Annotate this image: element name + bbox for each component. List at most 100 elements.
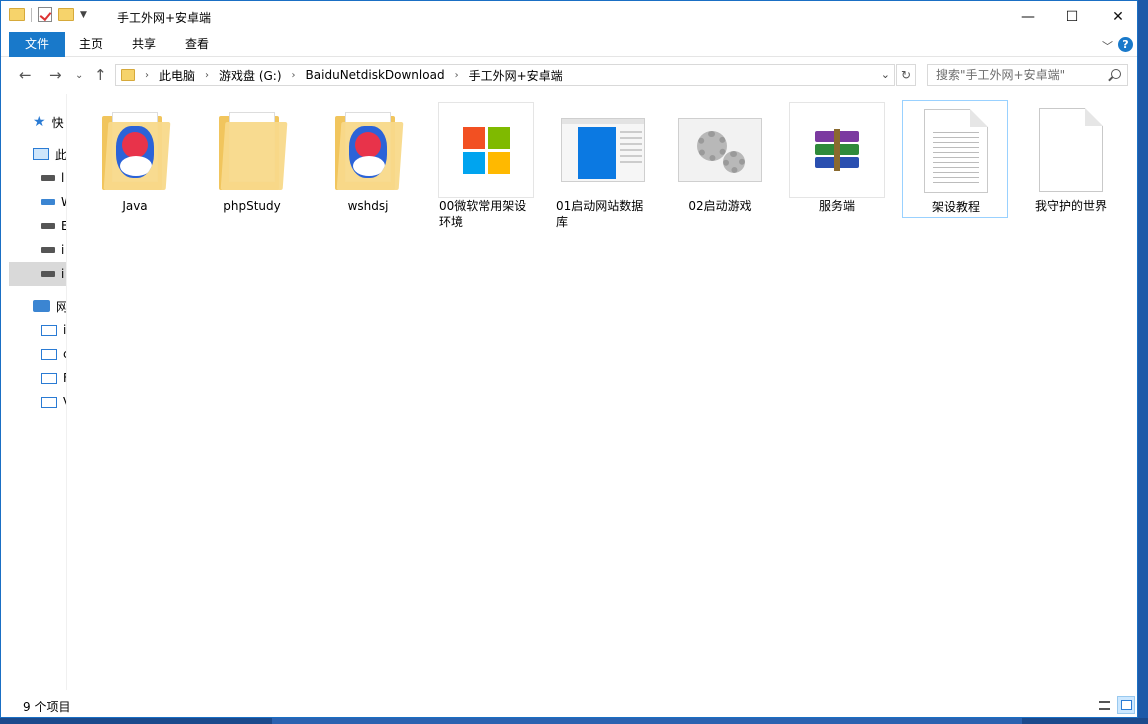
recent-locations-chevron-icon[interactable]: ⌄ (75, 70, 83, 81)
nav-quick-access[interactable]: ★ 快 (9, 110, 66, 134)
tab-share[interactable]: 共享 (122, 32, 166, 57)
details-view-icon (1099, 701, 1110, 710)
nav-this-pc[interactable]: 此 (9, 142, 66, 166)
address-history-chevron-icon[interactable]: ⌄ (881, 68, 890, 81)
file-item-ms-env[interactable]: 00微软常用架设环境 (433, 100, 539, 229)
nav-drive[interactable]: E (9, 214, 66, 238)
search-icon[interactable] (1111, 69, 1121, 79)
file-name: wshdsj (347, 199, 389, 213)
breadcrumb-game-drive[interactable]: 游戏盘 (G:) (219, 67, 282, 84)
file-item-phpstudy[interactable]: phpStudy (199, 100, 305, 218)
ribbon-tabs: 文件 主页 共享 查看 ﹀ ? (1, 32, 1137, 57)
close-button[interactable]: ✕ (1095, 1, 1137, 32)
file-name: 00微软常用架设环境 (439, 199, 527, 229)
new-folder-icon[interactable] (58, 8, 74, 21)
monitor-icon (41, 372, 57, 384)
file-item-java[interactable]: Java (82, 100, 188, 218)
file-item-start-db[interactable]: 01启动网站数据库 (550, 100, 656, 229)
address-bar[interactable]: › 此电脑 › 游戏盘 (G:) › BaiduNetdiskDownload … (115, 64, 895, 86)
monitor-icon (41, 348, 57, 360)
nav-network-computer[interactable]: c (9, 342, 66, 366)
breadcrumb-baidu-download[interactable]: BaiduNetdiskDownload (306, 68, 445, 82)
monitor-icon (41, 324, 57, 336)
breadcrumb-current-folder[interactable]: 手工外网+安卓端 (469, 67, 563, 84)
monitor-icon (41, 396, 57, 408)
network-icon (33, 300, 50, 312)
toolbar-separator (31, 7, 32, 22)
nav-network-computer[interactable]: V (9, 390, 66, 414)
up-arrow-icon[interactable]: ↑ (94, 66, 107, 84)
tab-home[interactable]: 主页 (69, 32, 113, 57)
explorer-window: ▼ 手工外网+安卓端 — ☐ ✕ 文件 主页 共享 查看 ﹀ ? ← → ⌄ ↑… (0, 0, 1138, 718)
maximize-button[interactable]: ☐ (1049, 1, 1095, 32)
taskbar-edge (0, 718, 1148, 724)
tab-view[interactable]: 查看 (175, 32, 219, 57)
file-item-tutorial[interactable]: 架设教程 (902, 100, 1008, 218)
nav-drive-selected[interactable]: i (9, 262, 66, 286)
nav-item-label: W (61, 195, 66, 209)
nav-item-label: c (63, 347, 66, 361)
navigation-pane: ★ 快 此 l W E i i 网 (1, 94, 67, 690)
nav-network-computer[interactable]: i (9, 318, 67, 342)
title-bar: ▼ 手工外网+安卓端 — ☐ ✕ (1, 1, 1137, 32)
file-item-world[interactable]: 我守护的世界 (1018, 100, 1124, 218)
search-box[interactable] (927, 64, 1128, 86)
forward-arrow-icon[interactable]: → (49, 66, 62, 84)
file-thumbnail (204, 102, 300, 198)
nav-item-label: 网 (56, 299, 67, 314)
file-name: 我守护的世界 (1034, 199, 1107, 213)
large-icons-view-button[interactable] (1117, 696, 1135, 714)
file-item-wshdsj[interactable]: wshdsj (315, 100, 421, 218)
winrar-icon (815, 129, 859, 171)
tab-file[interactable]: 文件 (9, 32, 65, 57)
app-folder-icon (102, 110, 171, 190)
file-thumbnail (320, 102, 416, 198)
file-item-start-game[interactable]: 02启动游戏 (667, 100, 773, 218)
properties-icon[interactable] (38, 7, 52, 22)
breadcrumb-chevron-icon[interactable]: › (205, 70, 209, 81)
nav-drive[interactable]: l (9, 166, 66, 190)
folder-icon[interactable] (9, 8, 25, 21)
drive-icon (41, 175, 55, 181)
nav-drive[interactable]: i (9, 238, 66, 262)
nav-network-computer[interactable]: F (9, 366, 66, 390)
breadcrumb-chevron-icon[interactable]: › (455, 70, 459, 81)
file-name: 02启动游戏 (688, 199, 752, 213)
file-thumbnail (789, 102, 885, 198)
breadcrumb-chevron-icon[interactable]: › (145, 70, 149, 81)
file-name: Java (122, 199, 148, 213)
large-icons-view-icon (1121, 700, 1132, 710)
folder-icon (219, 110, 288, 190)
item-count: 9 个项目 (23, 700, 71, 714)
drive-icon (41, 247, 55, 253)
star-icon: ★ (33, 114, 46, 130)
text-document-icon (924, 109, 988, 193)
customize-toolbar-dropdown-icon[interactable]: ▼ (80, 10, 87, 20)
breadcrumb-chevron-icon[interactable]: › (292, 70, 296, 81)
file-thumbnail (672, 102, 768, 198)
app-folder-icon (335, 110, 404, 190)
back-arrow-icon[interactable]: ← (19, 66, 32, 84)
nav-drive[interactable]: W (9, 190, 66, 214)
nav-network[interactable]: 网 (9, 294, 67, 318)
blank-document-icon (1039, 108, 1103, 192)
expand-ribbon-chevron-icon[interactable]: ﹀ (1102, 38, 1113, 54)
minimize-button[interactable]: — (1005, 1, 1051, 32)
search-input[interactable] (936, 65, 1111, 85)
windows-drive-icon (41, 199, 55, 205)
drive-icon (41, 271, 55, 277)
file-name: phpStudy (223, 199, 281, 213)
help-icon[interactable]: ? (1118, 37, 1133, 52)
status-bar: 9 个项目 (1, 690, 1137, 717)
breadcrumb-this-pc[interactable]: 此电脑 (159, 67, 195, 84)
file-thumbnail (438, 102, 534, 198)
nav-item-label: V (63, 395, 66, 409)
file-item-server[interactable]: 服务端 (784, 100, 890, 218)
drive-icon (41, 223, 55, 229)
details-view-button[interactable] (1095, 696, 1113, 714)
refresh-button[interactable]: ↻ (896, 64, 916, 86)
nav-item-label: i (63, 323, 67, 337)
nav-item-label: l (61, 171, 65, 185)
file-thumbnail (555, 102, 651, 198)
nav-item-label: i (61, 243, 65, 257)
